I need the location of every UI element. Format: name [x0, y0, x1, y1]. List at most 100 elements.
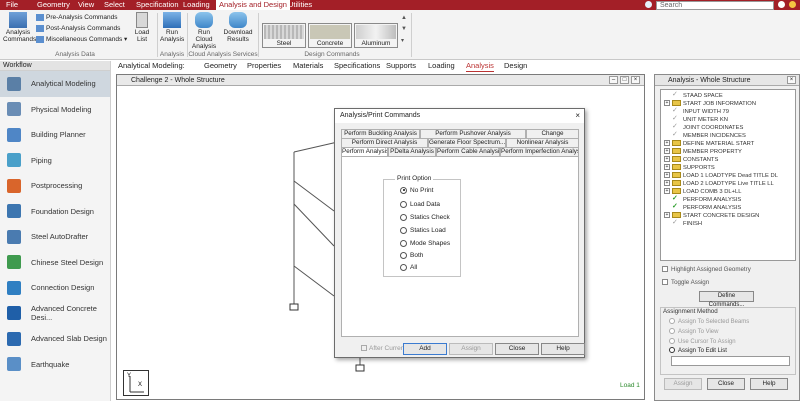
- menu-loading[interactable]: Loading: [180, 0, 213, 10]
- workflow-item[interactable]: Earthquake: [0, 352, 110, 378]
- post-analysis-button[interactable]: Post-Analysis Commands: [36, 24, 120, 33]
- radio-statics-load[interactable]: Statics Load: [400, 226, 446, 235]
- analysis-commands-button[interactable]: Analysis Commands: [3, 12, 36, 43]
- help-button[interactable]: Help: [541, 343, 585, 355]
- workflow-item[interactable]: Building Planner: [0, 122, 110, 148]
- scroll-down-icon[interactable]: ▼: [401, 26, 407, 32]
- user-icon[interactable]: [789, 1, 796, 8]
- tab-geometry[interactable]: Geometry: [204, 61, 237, 71]
- radio-mode-shapes[interactable]: Mode Shapes: [400, 239, 450, 248]
- workflow-item[interactable]: Postprocessing: [0, 173, 110, 199]
- menu-geometry[interactable]: Geometry: [34, 0, 73, 10]
- radio-assign-edit-list[interactable]: Assign To Edit List: [669, 347, 727, 355]
- expand-icon[interactable]: +: [664, 140, 670, 147]
- tree-item[interactable]: + LOAD 1 LOADTYPE Dead TITLE DL: [664, 172, 778, 180]
- radio-assign-to-view[interactable]: Assign To View: [669, 328, 718, 336]
- material-aluminum-button[interactable]: Aluminum: [354, 23, 398, 48]
- menu-utilities[interactable]: Utilities: [285, 0, 315, 10]
- check-icon: ✓: [672, 203, 678, 211]
- radio-statics-check[interactable]: Statics Check: [400, 213, 450, 222]
- menu-select[interactable]: Select: [101, 0, 128, 10]
- workflow-item[interactable]: Advanced Concrete Desi...: [0, 301, 110, 327]
- expand-gallery-icon[interactable]: ▾: [401, 37, 404, 44]
- material-concrete-button[interactable]: Concrete: [308, 23, 352, 48]
- menu-view[interactable]: View: [75, 0, 97, 10]
- close-icon[interactable]: ×: [787, 76, 796, 84]
- expand-icon[interactable]: +: [664, 100, 670, 107]
- notification-icon[interactable]: [645, 1, 652, 8]
- tree-item[interactable]: + START CONCRETE DESIGN: [664, 212, 759, 220]
- load-list-button[interactable]: Load List: [131, 12, 153, 43]
- close-icon[interactable]: ×: [631, 76, 640, 84]
- close-icon[interactable]: ×: [575, 109, 580, 123]
- radio-no-print[interactable]: No Print: [400, 186, 433, 195]
- minimize-icon[interactable]: –: [609, 76, 618, 84]
- workflow-item[interactable]: Piping: [0, 148, 110, 174]
- menu-analysis-and-design[interactable]: Analysis and Design: [216, 0, 290, 10]
- check-icon: ✓: [672, 195, 678, 203]
- workflow-item[interactable]: Steel AutoDrafter: [0, 224, 110, 250]
- menu-specification[interactable]: Specification: [133, 0, 182, 10]
- close-button[interactable]: Close: [495, 343, 539, 355]
- tree-item[interactable]: ✓ STAAD SPACE: [664, 91, 723, 100]
- help-icon[interactable]: [778, 1, 785, 8]
- print-option-label: Print Option: [395, 175, 434, 182]
- tree-item[interactable]: + SUPPORTS: [664, 164, 715, 172]
- menu-file[interactable]: File: [3, 0, 21, 10]
- define-commands-button[interactable]: Define Commands...: [699, 291, 754, 308]
- expand-icon[interactable]: +: [664, 156, 670, 163]
- search-input[interactable]: Search: [656, 1, 774, 10]
- workflow-item[interactable]: Foundation Design: [0, 199, 110, 225]
- highlight-assigned-checkbox[interactable]: Highlight Assigned Geometry: [662, 266, 751, 274]
- tree-item[interactable]: + LOAD 2 LOADTYPE Live TITLE LL: [664, 180, 774, 188]
- add-button[interactable]: Add: [403, 343, 447, 355]
- expand-icon[interactable]: +: [664, 180, 670, 187]
- pre-analysis-button[interactable]: Pre-Analysis Commands: [36, 13, 118, 22]
- radio-load-data[interactable]: Load Data: [400, 200, 440, 209]
- radio-use-cursor[interactable]: Use Cursor To Assign: [669, 338, 736, 346]
- radio-assign-selected-beams[interactable]: Assign To Selected Beams: [669, 318, 749, 326]
- misc-commands-button[interactable]: Miscellaneous Commands ▾: [36, 35, 127, 44]
- panel-assign-button[interactable]: Assign: [664, 378, 702, 390]
- tab-specifications[interactable]: Specifications: [334, 61, 380, 71]
- tree-item[interactable]: + MEMBER PROPERTY: [664, 148, 742, 156]
- scroll-up-icon[interactable]: ▲: [401, 15, 407, 21]
- panel-help-button[interactable]: Help: [750, 378, 788, 390]
- run-cloud-analysis-button[interactable]: Run Cloud Analysis: [189, 12, 219, 50]
- radio-both[interactable]: Both: [400, 251, 423, 260]
- expand-icon[interactable]: +: [664, 164, 670, 171]
- workflow-item[interactable]: Connection Design: [0, 275, 110, 301]
- material-steel-button[interactable]: Steel: [262, 23, 306, 48]
- expand-icon[interactable]: +: [664, 188, 670, 195]
- command-tree[interactable]: ✓ STAAD SPACE + START JOB INFORMATION ✓ INPUT…: [660, 89, 796, 261]
- tab-design[interactable]: Design: [504, 61, 527, 71]
- assign-selected-beams-label: Assign To Selected Beams: [678, 319, 750, 325]
- tab-materials[interactable]: Materials: [293, 61, 323, 71]
- edit-list-input[interactable]: [671, 356, 790, 366]
- tree-item[interactable]: ✓ FINISH: [664, 219, 702, 228]
- workflow-item[interactable]: Chinese Steel Design: [0, 250, 110, 276]
- tree-item[interactable]: ✓ PERFORM ANALYSIS: [664, 203, 741, 212]
- tab-properties[interactable]: Properties: [247, 61, 281, 71]
- run-analysis-button[interactable]: Run Analysis: [160, 12, 184, 43]
- download-results-button[interactable]: Download Results: [221, 12, 255, 43]
- workflow-item[interactable]: Analytical Modeling: [0, 71, 110, 97]
- expand-icon[interactable]: +: [664, 148, 670, 155]
- radio-all[interactable]: All: [400, 263, 417, 272]
- tab-supports[interactable]: Supports: [386, 61, 416, 71]
- tab-loading[interactable]: Loading: [428, 61, 455, 71]
- assign-button[interactable]: Assign: [449, 343, 493, 355]
- tree-item[interactable]: + CONSTANTS: [664, 156, 718, 164]
- tree-item[interactable]: + DEFINE MATERIAL START: [664, 140, 754, 148]
- after-current-checkbox[interactable]: After Current: [361, 345, 406, 352]
- tree-item[interactable]: ✓ MEMBER INCIDENCES: [664, 131, 746, 140]
- expand-icon[interactable]: +: [664, 212, 670, 219]
- workflow-item[interactable]: Physical Modeling: [0, 97, 110, 123]
- tab-analysis[interactable]: Analysis: [466, 61, 494, 72]
- toggle-assign-checkbox[interactable]: Toggle Assign: [662, 279, 709, 287]
- expand-icon[interactable]: +: [664, 172, 670, 179]
- restore-icon[interactable]: □: [620, 76, 629, 84]
- panel-close-button[interactable]: Close: [707, 378, 745, 390]
- workflow-item[interactable]: Advanced Slab Design: [0, 326, 110, 352]
- svg-text:Y: Y: [127, 373, 131, 379]
